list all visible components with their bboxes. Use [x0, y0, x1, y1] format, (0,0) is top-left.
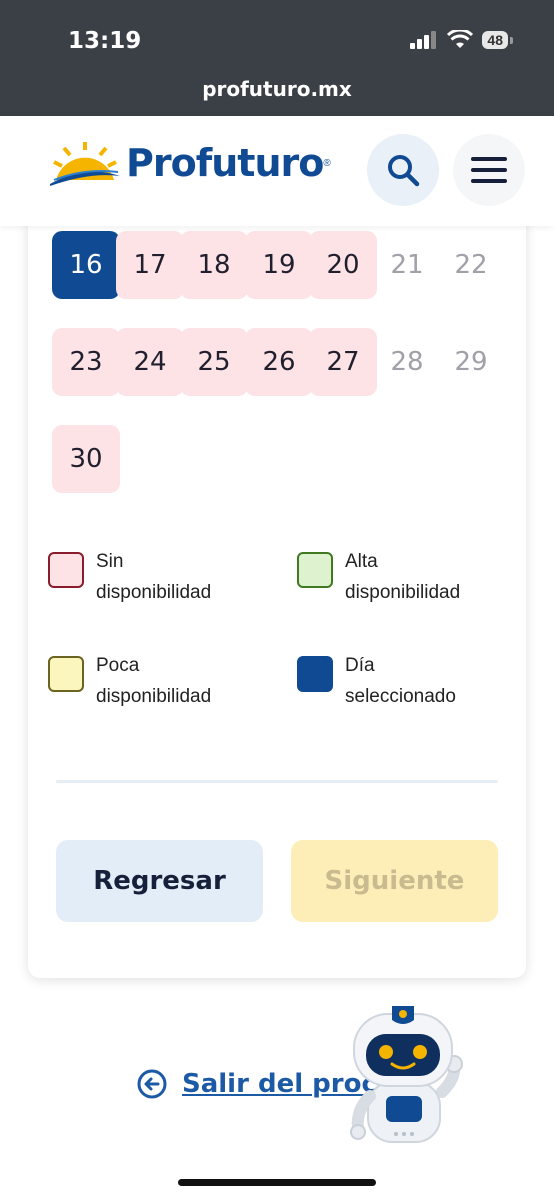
calendar-day[interactable]: 24: [116, 328, 184, 396]
legend-label: Sin disponibilidad: [96, 551, 212, 603]
legend-label: Alta disponibilidad: [345, 551, 461, 603]
search-button[interactable]: [367, 134, 439, 206]
calendar-day[interactable]: 27: [309, 328, 377, 396]
status-bar: 13:19 48 profuturo.mx: [0, 0, 554, 116]
back-button[interactable]: Regresar: [56, 840, 263, 922]
battery-indicator: 48: [482, 31, 513, 49]
signal-icon: [410, 31, 437, 49]
legend-swatch-low: [48, 656, 84, 692]
system-icons: 48: [410, 30, 513, 50]
arrow-left-circle-icon: [137, 1069, 167, 1099]
calendar-day-disabled: 28: [390, 347, 424, 377]
legend-low-availability: Poca disponibilidad: [48, 650, 211, 712]
sun-logo-icon: [50, 142, 120, 186]
logo-wordmark: Profuturo: [126, 141, 324, 185]
legend-swatch-selected: [297, 656, 333, 692]
home-indicator: [178, 1179, 376, 1186]
next-button[interactable]: Siguiente: [291, 840, 498, 922]
calendar-day[interactable]: 17: [116, 231, 184, 299]
calendar-day-disabled: 21: [390, 250, 424, 280]
calendar-day[interactable]: 26: [245, 328, 313, 396]
legend-swatch-none: [48, 552, 84, 588]
calendar-day[interactable]: 18: [180, 231, 248, 299]
logo-registered-mark: ®: [323, 157, 331, 169]
legend-label: Poca disponibilidad: [96, 655, 212, 707]
hamburger-menu-icon: [471, 157, 507, 183]
calendar-day[interactable]: 25: [180, 328, 248, 396]
legend-swatch-high: [297, 552, 333, 588]
legend-high-availability: Alta disponibilidad: [297, 546, 460, 608]
menu-button[interactable]: [453, 134, 525, 206]
calendar-day[interactable]: 19: [245, 231, 313, 299]
calendar-day[interactable]: 20: [309, 231, 377, 299]
legend-selected-day: Día seleccionado: [297, 650, 456, 712]
site-header: Profuturo ®: [0, 116, 554, 226]
url-bar[interactable]: profuturo.mx: [0, 77, 554, 101]
status-time: 13:19: [68, 28, 142, 54]
calendar-day-disabled: 29: [454, 347, 488, 377]
calendar-day-selected[interactable]: 16: [52, 231, 120, 299]
wifi-icon: [447, 30, 474, 48]
search-icon: [388, 155, 420, 187]
legend-label: Día seleccionado: [345, 655, 456, 707]
legend-no-availability: Sin disponibilidad: [48, 546, 211, 608]
profuturo-logo[interactable]: Profuturo ®: [50, 140, 331, 186]
calendar-day[interactable]: 23: [52, 328, 120, 396]
calendar-day-disabled: 22: [454, 250, 488, 280]
calendar-day[interactable]: 30: [52, 425, 120, 493]
divider: [56, 780, 498, 783]
robot-assistant-icon[interactable]: [338, 1000, 468, 1150]
